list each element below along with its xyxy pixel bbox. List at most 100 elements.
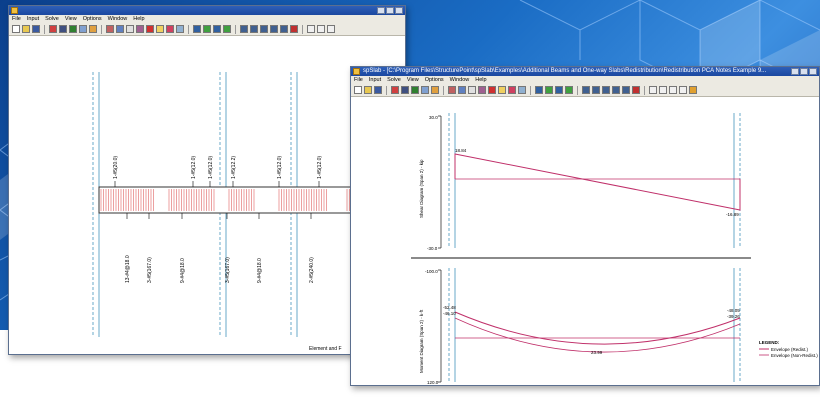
zoom-out-icon[interactable] bbox=[659, 86, 667, 94]
open-folder-icon[interactable] bbox=[364, 86, 372, 94]
tool-icon[interactable] bbox=[166, 25, 174, 33]
menu-file[interactable]: File bbox=[12, 15, 21, 23]
tool-icon[interactable] bbox=[632, 86, 640, 94]
zoom-in-icon[interactable] bbox=[307, 25, 315, 33]
results-icon[interactable] bbox=[431, 86, 439, 94]
delete-icon[interactable] bbox=[146, 25, 154, 33]
maximize-button[interactable] bbox=[800, 68, 808, 75]
rebar-bottom-label: 13-#4@18.0 bbox=[125, 255, 131, 283]
input-icon[interactable] bbox=[49, 25, 57, 33]
toolbar-separator bbox=[101, 24, 102, 34]
moment-ylabel: Moment Diagram (Span 2) - k-ft bbox=[419, 309, 424, 373]
print-icon[interactable] bbox=[401, 86, 409, 94]
minimize-button[interactable] bbox=[377, 7, 385, 14]
menu-help[interactable]: Help bbox=[133, 15, 144, 23]
menu-view[interactable]: View bbox=[65, 15, 77, 23]
save-icon[interactable] bbox=[32, 25, 40, 33]
tool-icon[interactable] bbox=[290, 25, 298, 33]
menu-window[interactable]: Window bbox=[450, 76, 470, 84]
zoom-icon[interactable] bbox=[327, 25, 335, 33]
tool-icon[interactable] bbox=[508, 86, 516, 94]
tool-icon[interactable] bbox=[176, 25, 184, 33]
view-icon[interactable] bbox=[79, 25, 87, 33]
zoom-in-icon[interactable] bbox=[649, 86, 657, 94]
menu-options[interactable]: Options bbox=[83, 15, 102, 23]
tool-icon[interactable] bbox=[156, 25, 164, 33]
delete-icon[interactable] bbox=[488, 86, 496, 94]
tool-icon[interactable] bbox=[223, 25, 231, 33]
front-window-titlebar[interactable]: spSlab - [C:\Program Files\StructurePoin… bbox=[351, 67, 819, 76]
menu-input[interactable]: Input bbox=[369, 76, 381, 84]
new-file-icon[interactable] bbox=[12, 25, 20, 33]
solve-icon[interactable] bbox=[69, 25, 77, 33]
shear-ylabel: Shear Diagram (Span 2) - kip bbox=[419, 159, 424, 218]
back-window-titlebar[interactable] bbox=[9, 6, 405, 15]
menu-help[interactable]: Help bbox=[475, 76, 486, 84]
toolbar-separator bbox=[302, 24, 303, 34]
zoom-icon[interactable] bbox=[669, 86, 677, 94]
menu-solve[interactable]: Solve bbox=[387, 76, 401, 84]
tool-icon[interactable] bbox=[193, 25, 201, 33]
tool-icon[interactable] bbox=[213, 25, 221, 33]
menu-file[interactable]: File bbox=[354, 76, 363, 84]
results-icon[interactable] bbox=[89, 25, 97, 33]
solve-icon[interactable] bbox=[411, 86, 419, 94]
chart-icon[interactable] bbox=[458, 86, 466, 94]
menu-options[interactable]: Options bbox=[425, 76, 444, 84]
zoom-out-icon[interactable] bbox=[317, 25, 325, 33]
tool-icon[interactable] bbox=[136, 25, 144, 33]
tool-icon[interactable] bbox=[260, 25, 268, 33]
tool-icon[interactable] bbox=[592, 86, 600, 94]
tool-icon[interactable] bbox=[689, 86, 697, 94]
close-button[interactable] bbox=[395, 7, 403, 14]
rebar-bottom-label: 2-#5(240.0) bbox=[309, 257, 315, 283]
print-icon[interactable] bbox=[59, 25, 67, 33]
tool-icon[interactable] bbox=[478, 86, 486, 94]
tool-icon[interactable] bbox=[582, 86, 590, 94]
back-drawing-canvas[interactable]: 1-#5(20.0) 1-#5(12.0) 1-#5(12.0) 1-#5(12… bbox=[9, 37, 405, 354]
tool-icon[interactable] bbox=[602, 86, 610, 94]
open-folder-icon[interactable] bbox=[22, 25, 30, 33]
tool-icon[interactable] bbox=[468, 86, 476, 94]
diagram-icon[interactable] bbox=[106, 25, 114, 33]
back-window[interactable]: File Input Solve View Options Window Hel… bbox=[8, 5, 406, 355]
tool-icon[interactable] bbox=[555, 86, 563, 94]
new-file-icon[interactable] bbox=[354, 86, 362, 94]
front-window[interactable]: spSlab - [C:\Program Files\StructurePoin… bbox=[350, 66, 820, 386]
tool-icon[interactable] bbox=[518, 86, 526, 94]
tool-icon[interactable] bbox=[545, 86, 553, 94]
close-button[interactable] bbox=[809, 68, 817, 75]
input-icon[interactable] bbox=[391, 86, 399, 94]
zoom-icon[interactable] bbox=[679, 86, 687, 94]
view-icon[interactable] bbox=[421, 86, 429, 94]
minimize-button[interactable] bbox=[791, 68, 799, 75]
maximize-button[interactable] bbox=[386, 7, 394, 14]
tool-icon[interactable] bbox=[535, 86, 543, 94]
shear-left-value: 18.84 bbox=[455, 148, 467, 153]
legend-item-redist: Envelope (Redist.) bbox=[771, 347, 809, 352]
tool-icon[interactable] bbox=[270, 25, 278, 33]
tool-icon[interactable] bbox=[565, 86, 573, 94]
tool-icon[interactable] bbox=[203, 25, 211, 33]
tool-icon[interactable] bbox=[498, 86, 506, 94]
moment-mid-value: 23.99 bbox=[591, 350, 603, 355]
menu-view[interactable]: View bbox=[407, 76, 419, 84]
menu-solve[interactable]: Solve bbox=[45, 15, 59, 23]
tool-icon[interactable] bbox=[280, 25, 288, 33]
tool-icon[interactable] bbox=[612, 86, 620, 94]
tool-icon[interactable] bbox=[622, 86, 630, 94]
shear-column-lines bbox=[448, 113, 741, 248]
menu-input[interactable]: Input bbox=[27, 15, 39, 23]
front-drawing-canvas[interactable]: 30.0 -30.0 Shear Diagram (Span 2) - kip … bbox=[351, 98, 819, 385]
rebar-top-label: 1-#5(12.0) bbox=[317, 156, 323, 179]
toolbar-separator bbox=[44, 24, 45, 34]
diagram-icon[interactable] bbox=[448, 86, 456, 94]
moment-ytick-top: -100.0 bbox=[425, 269, 438, 274]
chart-icon[interactable] bbox=[116, 25, 124, 33]
save-icon[interactable] bbox=[374, 86, 382, 94]
shear-ytick-bottom: -30.0 bbox=[427, 246, 438, 251]
tool-icon[interactable] bbox=[240, 25, 248, 33]
tool-icon[interactable] bbox=[250, 25, 258, 33]
tool-icon[interactable] bbox=[126, 25, 134, 33]
menu-window[interactable]: Window bbox=[108, 15, 128, 23]
